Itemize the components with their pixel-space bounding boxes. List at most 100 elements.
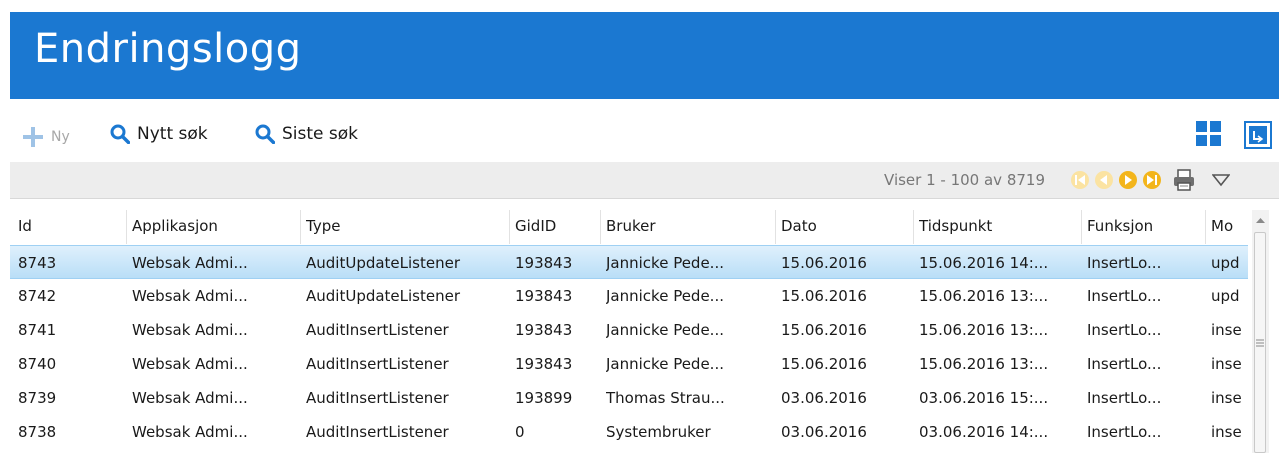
grip-icon bbox=[1256, 339, 1264, 347]
page-header: Endringslogg bbox=[10, 12, 1279, 99]
column-header[interactable]: GidID bbox=[515, 217, 601, 235]
table-cell: Websak Admi... bbox=[132, 355, 248, 373]
table-row[interactable]: 8739 Websak Admi... AuditInsertListener 193… bbox=[10, 381, 1248, 415]
export-button[interactable] bbox=[1244, 121, 1272, 153]
column-divider[interactable] bbox=[509, 210, 510, 244]
first-page-icon bbox=[1071, 171, 1089, 189]
last-page-icon bbox=[1143, 171, 1161, 189]
table-cell: AuditInsertListener bbox=[306, 389, 449, 407]
new-button[interactable]: Ny bbox=[22, 126, 70, 148]
table-cell: 15.06.2016 13:... bbox=[919, 321, 1049, 339]
column-header[interactable]: Tidspunkt bbox=[919, 217, 1081, 235]
table-cell: Websak Admi... bbox=[132, 423, 248, 441]
table-row[interactable]: 8742 Websak Admi... AuditUpdateListener 193… bbox=[10, 279, 1248, 313]
table-cell: Websak Admi... bbox=[132, 254, 248, 272]
column-header[interactable]: Bruker bbox=[606, 217, 773, 235]
table-cell: 193899 bbox=[515, 389, 573, 407]
table-cell: Thomas Strau... bbox=[606, 389, 725, 407]
previous-page-icon bbox=[1095, 171, 1113, 189]
table-cell: 15.06.2016 13:... bbox=[919, 287, 1049, 305]
table-cell: Websak Admi... bbox=[132, 321, 248, 339]
table-cell: 15.06.2016 bbox=[781, 254, 867, 272]
table-cell: 8742 bbox=[18, 287, 57, 305]
column-divider[interactable] bbox=[126, 210, 127, 244]
column-header[interactable]: Applikasjon bbox=[132, 217, 300, 235]
table-cell: Websak Admi... bbox=[132, 287, 248, 305]
table-cell: 15.06.2016 14:... bbox=[919, 254, 1049, 272]
table-cell: AuditInsertListener bbox=[306, 321, 449, 339]
table-cell: upd bbox=[1211, 287, 1240, 305]
column-divider[interactable] bbox=[775, 210, 776, 244]
column-header[interactable]: Mo bbox=[1211, 217, 1251, 235]
column-divider[interactable] bbox=[913, 210, 914, 244]
table-row[interactable]: 8743 Websak Admi... AuditUpdateListener 193… bbox=[10, 245, 1248, 279]
dropdown-button[interactable] bbox=[1211, 172, 1231, 191]
pager-bar: Viser 1 - 100 av 8719 bbox=[10, 162, 1279, 199]
chevron-down-icon bbox=[1211, 174, 1231, 187]
grid-header-row: Id Applikasjon Type GidID Bruker Dato Tidspunk… bbox=[10, 210, 1248, 244]
last-search-label: Siste søk bbox=[282, 124, 359, 144]
table-cell: 03.06.2016 14:... bbox=[919, 423, 1049, 441]
table-cell: 03.06.2016 bbox=[781, 423, 867, 441]
table-cell: 193843 bbox=[515, 321, 573, 339]
table-cell: Jannicke Pede... bbox=[606, 254, 724, 272]
new-search-button[interactable]: Nytt søk bbox=[110, 124, 208, 144]
table-cell: 8739 bbox=[18, 389, 57, 407]
table-cell: 15.06.2016 bbox=[781, 355, 867, 373]
table-cell: inse bbox=[1211, 423, 1242, 441]
table-cell: Jannicke Pede... bbox=[606, 355, 724, 373]
table-cell: AuditUpdateListener bbox=[306, 254, 461, 272]
table-row[interactable]: 8740 Websak Admi... AuditInsertListener 193… bbox=[10, 347, 1248, 381]
column-header[interactable]: Funksjon bbox=[1087, 217, 1205, 235]
grid-view-button[interactable] bbox=[1196, 121, 1222, 151]
table-cell: AuditUpdateListener bbox=[306, 287, 461, 305]
print-button[interactable] bbox=[1172, 168, 1196, 196]
scroll-up-icon[interactable] bbox=[1252, 212, 1269, 230]
column-divider[interactable] bbox=[1205, 210, 1206, 244]
column-header[interactable]: Dato bbox=[781, 217, 913, 235]
table-cell: AuditInsertListener bbox=[306, 355, 449, 373]
table-cell: InsertLo... bbox=[1087, 321, 1162, 339]
last-search-button[interactable]: Siste søk bbox=[255, 124, 358, 144]
pager-text: Viser 1 - 100 av 8719 bbox=[884, 171, 1045, 189]
table-cell: 8741 bbox=[18, 321, 57, 339]
new-search-label: Nytt søk bbox=[137, 124, 208, 144]
table-cell: AuditInsertListener bbox=[306, 423, 449, 441]
search-icon bbox=[110, 124, 130, 144]
table-cell: upd bbox=[1211, 254, 1240, 272]
table-cell: inse bbox=[1211, 321, 1242, 339]
table-cell: 193843 bbox=[515, 355, 573, 373]
first-page-button[interactable] bbox=[1070, 170, 1090, 194]
toolbar: Ny Nytt søk Siste søk bbox=[10, 110, 1279, 162]
column-header[interactable]: Id bbox=[18, 217, 126, 235]
next-page-button[interactable] bbox=[1118, 170, 1138, 194]
scrollbar-thumb[interactable] bbox=[1254, 232, 1266, 453]
next-page-icon bbox=[1119, 171, 1137, 189]
page-title: Endringslogg bbox=[34, 26, 302, 72]
table-cell: InsertLo... bbox=[1087, 389, 1162, 407]
search-icon bbox=[255, 124, 275, 144]
table-cell: 0 bbox=[515, 423, 525, 441]
column-divider[interactable] bbox=[1081, 210, 1082, 244]
previous-page-button[interactable] bbox=[1094, 170, 1114, 194]
data-grid: Id Applikasjon Type GidID Bruker Dato Tidspunk… bbox=[10, 210, 1279, 453]
column-divider[interactable] bbox=[600, 210, 601, 244]
table-row[interactable]: 8741 Websak Admi... AuditInsertListener 193… bbox=[10, 313, 1248, 347]
export-icon bbox=[1244, 121, 1272, 149]
last-page-button[interactable] bbox=[1142, 170, 1162, 194]
table-cell: InsertLo... bbox=[1087, 355, 1162, 373]
column-header[interactable]: Type bbox=[306, 217, 509, 235]
table-row[interactable]: 8738 Websak Admi... AuditInsertListener 0 Sy… bbox=[10, 415, 1248, 449]
table-cell: Jannicke Pede... bbox=[606, 321, 724, 339]
table-cell: Websak Admi... bbox=[132, 389, 248, 407]
table-cell: 15.06.2016 13:... bbox=[919, 355, 1049, 373]
table-cell: Systembruker bbox=[606, 423, 711, 441]
table-cell: 03.06.2016 bbox=[781, 389, 867, 407]
table-cell: Jannicke Pede... bbox=[606, 287, 724, 305]
table-cell: 15.06.2016 bbox=[781, 321, 867, 339]
column-divider[interactable] bbox=[300, 210, 301, 244]
table-cell: inse bbox=[1211, 355, 1242, 373]
new-button-label: Ny bbox=[51, 129, 70, 145]
vertical-scrollbar[interactable] bbox=[1252, 210, 1269, 453]
table-cell: 193843 bbox=[515, 287, 573, 305]
